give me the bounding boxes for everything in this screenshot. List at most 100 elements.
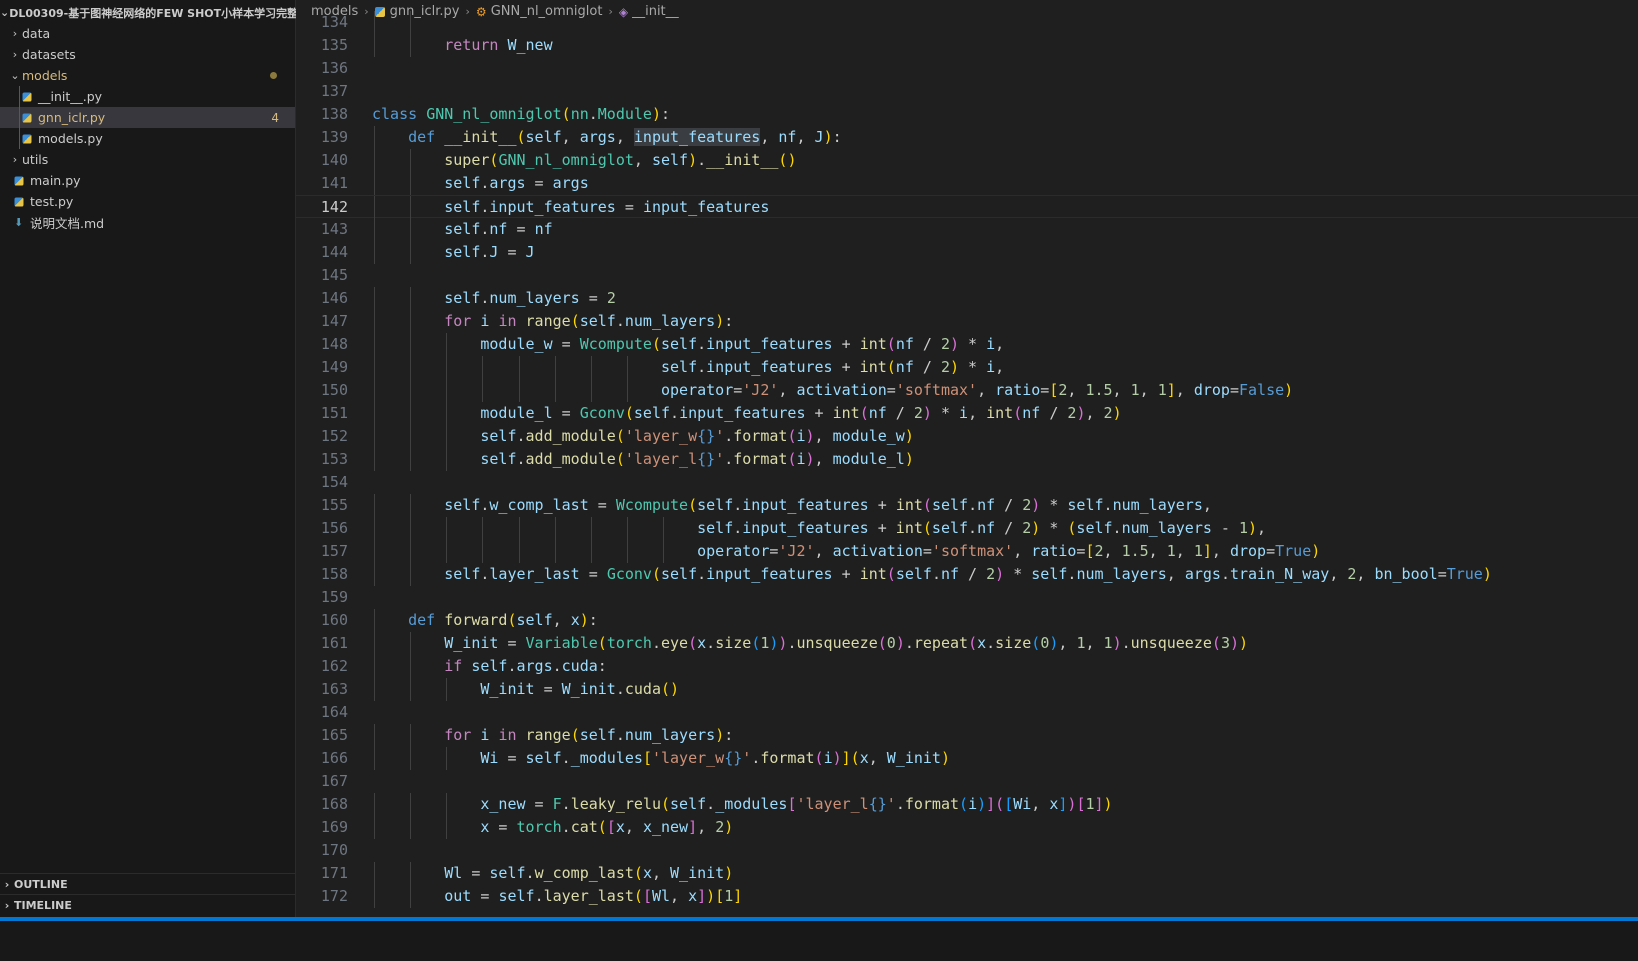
code-line[interactable]: 160 def forward(self, x): bbox=[296, 609, 1638, 632]
code-line[interactable]: 157 operator='J2', activation='softmax',… bbox=[296, 540, 1638, 563]
code-text[interactable]: Wl = self.w_comp_last(x, W_init) bbox=[372, 862, 733, 885]
sidebar-item-models-py[interactable]: models.py bbox=[0, 128, 295, 149]
code-text[interactable]: self.w_comp_last = Wcompute(self.input_f… bbox=[372, 494, 1212, 517]
code-text[interactable]: self.J = J bbox=[372, 241, 534, 264]
code-line[interactable]: 139 def __init__(self, args, input_featu… bbox=[296, 126, 1638, 149]
line-number: 167 bbox=[320, 772, 348, 790]
code-line[interactable]: 140 super(GNN_nl_omniglot, self).__init_… bbox=[296, 149, 1638, 172]
code-text[interactable]: self.num_layers = 2 bbox=[372, 287, 616, 310]
code-text[interactable]: out = self.layer_last([Wl, x])[1] bbox=[372, 885, 742, 908]
code-line[interactable]: 155 self.w_comp_last = Wcompute(self.inp… bbox=[296, 494, 1638, 517]
python-file-icon bbox=[14, 176, 24, 185]
sidebar-item-init-py[interactable]: __init__.py bbox=[0, 86, 295, 107]
chevron-right-icon: › bbox=[12, 48, 18, 61]
code-line[interactable]: 151 module_l = Gconv(self.input_features… bbox=[296, 402, 1638, 425]
sidebar-item-label: models bbox=[22, 68, 68, 83]
code-text[interactable]: self.add_module('layer_w{}'.format(i), m… bbox=[372, 425, 914, 448]
code-text[interactable]: W_init = W_init.cuda() bbox=[372, 678, 679, 701]
sidebar-item-models[interactable]: ⌄ models bbox=[0, 65, 295, 86]
sidebar-item-main-py[interactable]: main.py bbox=[0, 170, 295, 191]
code-line[interactable]: 141 self.args = args bbox=[296, 172, 1638, 195]
code-line[interactable]: 150 operator='J2', activation='softmax',… bbox=[296, 379, 1638, 402]
code-line[interactable]: 164 bbox=[296, 701, 1638, 724]
code-line[interactable]: 154 bbox=[296, 471, 1638, 494]
sidebar-item-md[interactable]: ⬇ 说明文档.md bbox=[0, 212, 295, 233]
code-text[interactable]: self.input_features + int(self.nf / 2) *… bbox=[372, 517, 1266, 540]
code-text[interactable]: operator='J2', activation='softmax', rat… bbox=[372, 540, 1320, 563]
line-number: 149 bbox=[320, 358, 348, 376]
sidebar-item-data[interactable]: › data bbox=[0, 23, 295, 44]
code-line[interactable]: 152 self.add_module('layer_w{}'.format(i… bbox=[296, 425, 1638, 448]
code-line[interactable]: 134 bbox=[296, 11, 1638, 34]
code-line[interactable]: 138 class GNN_nl_omniglot(nn.Module): bbox=[296, 103, 1638, 126]
code-text[interactable]: module_l = Gconv(self.input_features + i… bbox=[372, 402, 1121, 425]
code-text[interactable]: return W_new bbox=[372, 34, 552, 57]
code-text[interactable]: for i in range(self.num_layers): bbox=[372, 724, 733, 747]
code-line[interactable]: 142 self.input_features = input_features bbox=[296, 195, 1638, 219]
line-number: 171 bbox=[320, 864, 348, 882]
explorer-sidebar: ⌄ DL00309-基于图神经网络的FEW SHOT小样本学习完整... › da… bbox=[0, 0, 311, 961]
code-line[interactable]: 165 for i in range(self.num_layers): bbox=[296, 724, 1638, 747]
code-text[interactable]: self.args = args bbox=[372, 172, 589, 195]
code-line[interactable]: 168 x_new = F.leaky_relu(self._modules['… bbox=[296, 793, 1638, 816]
code-line[interactable]: 170 bbox=[296, 839, 1638, 862]
code-text[interactable]: W_init = Variable(torch.eye(x.size(1)).u… bbox=[372, 632, 1248, 655]
code-line[interactable]: 159 bbox=[296, 586, 1638, 609]
code-line[interactable]: 156 self.input_features + int(self.nf / … bbox=[296, 517, 1638, 540]
line-number: 168 bbox=[320, 795, 348, 813]
line-number: 160 bbox=[320, 611, 348, 629]
code-line[interactable]: 137 bbox=[296, 80, 1638, 103]
code-line[interactable]: 144 self.J = J bbox=[296, 241, 1638, 264]
code-text[interactable]: Wi = self._modules['layer_w{}'.format(i)… bbox=[372, 747, 950, 770]
code-line[interactable]: 143 self.nf = nf bbox=[296, 218, 1638, 241]
outline-panel-header[interactable]: › OUTLINE bbox=[0, 873, 295, 894]
code-text[interactable]: operator='J2', activation='softmax', rat… bbox=[372, 379, 1293, 402]
code-line[interactable]: 171 Wl = self.w_comp_last(x, W_init) bbox=[296, 862, 1638, 885]
code-line[interactable]: 166 Wi = self._modules['layer_w{}'.forma… bbox=[296, 747, 1638, 770]
line-number: 159 bbox=[320, 588, 348, 606]
explorer-root-folder[interactable]: ⌄ DL00309-基于图神经网络的FEW SHOT小样本学习完整... bbox=[0, 2, 311, 23]
code-text[interactable]: self.nf = nf bbox=[372, 218, 552, 241]
code-line[interactable]: 162 if self.args.cuda: bbox=[296, 655, 1638, 678]
code-line[interactable]: 169 x = torch.cat([x, x_new], 2) bbox=[296, 816, 1638, 839]
code-text[interactable]: x = torch.cat([x, x_new], 2) bbox=[372, 816, 733, 839]
line-number: 166 bbox=[320, 749, 348, 767]
code-editor[interactable]: models › gnn_iclr.py › ⚙ GNN_nl_omniglot… bbox=[296, 0, 1638, 917]
code-line[interactable]: 158 self.layer_last = Gconv(self.input_f… bbox=[296, 563, 1638, 586]
line-number: 158 bbox=[320, 565, 348, 583]
sidebar-item-gnn-iclr-py[interactable]: gnn_iclr.py 4 bbox=[0, 107, 295, 128]
code-text[interactable]: class GNN_nl_omniglot(nn.Module): bbox=[372, 103, 670, 126]
code-line[interactable]: 149 self.input_features + int(nf / 2) * … bbox=[296, 356, 1638, 379]
code-text[interactable]: def forward(self, x): bbox=[372, 609, 598, 632]
code-text[interactable]: if self.args.cuda: bbox=[372, 655, 607, 678]
code-line[interactable]: 136 bbox=[296, 57, 1638, 80]
tree-indent-guide bbox=[19, 86, 20, 149]
code-line[interactable]: 163 W_init = W_init.cuda() bbox=[296, 678, 1638, 701]
line-number: 154 bbox=[320, 473, 348, 491]
code-text[interactable]: x_new = F.leaky_relu(self._modules['laye… bbox=[372, 793, 1112, 816]
code-text[interactable]: self.input_features = input_features bbox=[372, 196, 769, 219]
code-lines[interactable]: 134 135 return W_new 136 137 138 class GNN_nl… bbox=[296, 11, 1638, 908]
code-line[interactable]: 172 out = self.layer_last([Wl, x])[1] bbox=[296, 885, 1638, 908]
sidebar-item-datasets[interactable]: › datasets bbox=[0, 44, 295, 65]
code-line[interactable]: 148 module_w = Wcompute(self.input_featu… bbox=[296, 333, 1638, 356]
code-line[interactable]: 167 bbox=[296, 770, 1638, 793]
code-text[interactable]: self.layer_last = Gconv(self.input_featu… bbox=[372, 563, 1492, 586]
code-line[interactable]: 147 for i in range(self.num_layers): bbox=[296, 310, 1638, 333]
timeline-panel-header[interactable]: › TIMELINE bbox=[0, 894, 295, 915]
code-line[interactable]: 153 self.add_module('layer_l{}'.format(i… bbox=[296, 448, 1638, 471]
code-text[interactable]: module_w = Wcompute(self.input_features … bbox=[372, 333, 1004, 356]
code-text[interactable]: self.add_module('layer_l{}'.format(i), m… bbox=[372, 448, 914, 471]
sidebar-item-test-py[interactable]: test.py bbox=[0, 191, 295, 212]
code-line[interactable]: 146 self.num_layers = 2 bbox=[296, 287, 1638, 310]
code-text[interactable]: for i in range(self.num_layers): bbox=[372, 310, 733, 333]
code-text[interactable]: def __init__(self, args, input_features,… bbox=[372, 126, 842, 149]
code-text[interactable]: self.input_features + int(nf / 2) * i, bbox=[372, 356, 1004, 379]
code-line[interactable]: 161 W_init = Variable(torch.eye(x.size(1… bbox=[296, 632, 1638, 655]
sidebar-item-utils[interactable]: › utils bbox=[0, 149, 295, 170]
code-line[interactable]: 145 bbox=[296, 264, 1638, 287]
code-text[interactable]: super(GNN_nl_omniglot, self).__init__() bbox=[372, 149, 796, 172]
line-number: 147 bbox=[320, 312, 348, 330]
code-line[interactable]: 135 return W_new bbox=[296, 34, 1638, 57]
line-number: 136 bbox=[320, 59, 348, 77]
